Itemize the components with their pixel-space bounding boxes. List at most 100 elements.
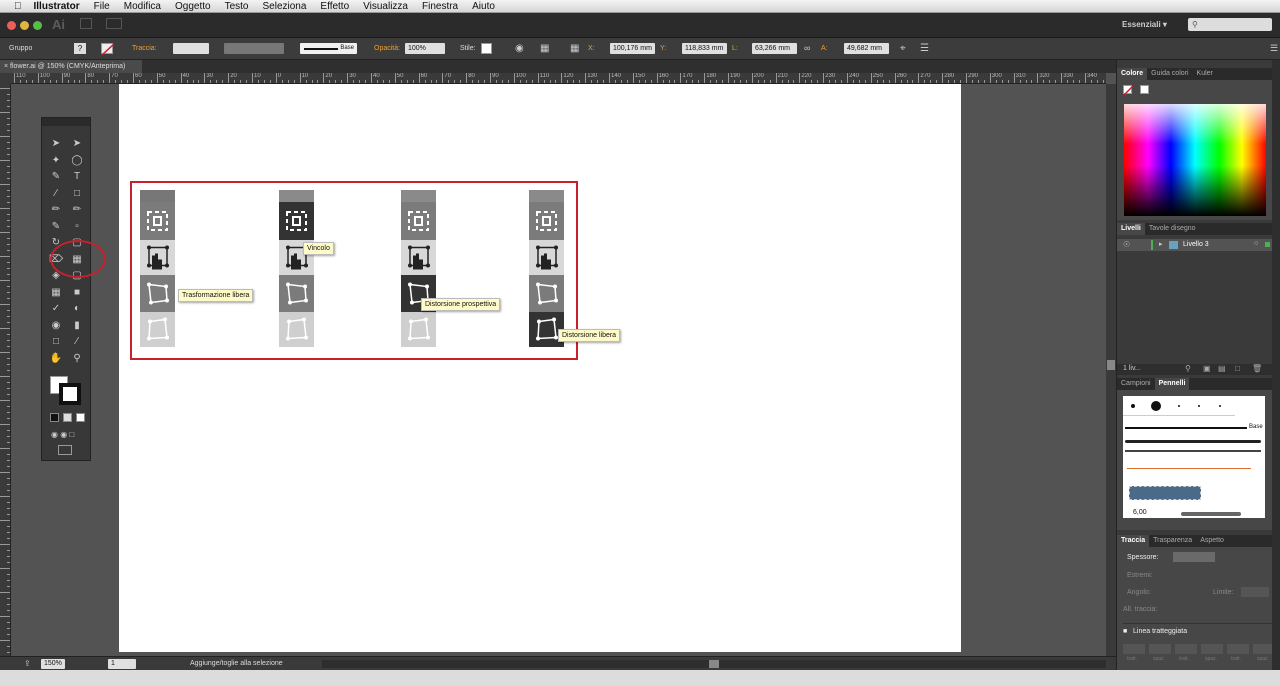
eraser-tool-icon[interactable]: ▫ xyxy=(70,221,84,233)
canvas-area[interactable]: Trasformazione libera Vincolo Distorsione … xyxy=(11,84,1106,656)
graphic-style-swatch[interactable] xyxy=(481,43,492,54)
free-transform-icon[interactable] xyxy=(279,202,314,240)
canvas-horizontal-scrollbar[interactable] xyxy=(322,660,1106,668)
lasso-tool-icon[interactable]: ◯ xyxy=(70,155,84,167)
free-transform-icon[interactable] xyxy=(401,202,436,240)
zoom-tool-icon[interactable]: ⚲ xyxy=(70,353,84,365)
horizontal-ruler[interactable]: 110 100 90 80 70 60 50 40 30 20 10 0 10 20 30 40 50 60 70 8… xyxy=(11,73,1106,84)
eyedropper-tool-icon[interactable]: ✓ xyxy=(49,303,63,315)
delete-layer-icon[interactable]: 🗑 xyxy=(1252,364,1262,373)
dashed-line-checkbox[interactable]: ■ xyxy=(1123,628,1127,635)
ruler-origin[interactable] xyxy=(0,73,11,84)
line-tool-icon[interactable]: ∕ xyxy=(49,188,63,200)
expand-triangle-icon[interactable]: ▸ xyxy=(1159,240,1163,248)
height-label[interactable]: A: xyxy=(821,45,828,52)
blend-tool-icon[interactable]: ◐ xyxy=(70,303,84,315)
zoom-window-button[interactable] xyxy=(33,21,42,30)
locate-object-icon[interactable]: ⚲ xyxy=(1185,364,1191,373)
menu-finestra[interactable]: Finestra xyxy=(422,0,458,13)
selection-tool-icon[interactable]: ➤ xyxy=(49,138,63,150)
width-field[interactable]: 63,266 mm xyxy=(752,43,797,54)
new-layer-icon[interactable]: □ xyxy=(1235,364,1240,373)
dash-field-2[interactable] xyxy=(1175,644,1197,654)
brush-dot-tiny[interactable] xyxy=(1178,405,1180,407)
bridge-icon[interactable] xyxy=(80,18,92,29)
pencil-brush-line[interactable] xyxy=(1125,450,1261,452)
column-graph-tool-icon[interactable]: ▮ xyxy=(70,320,84,332)
recolor-artwork-icon[interactable]: ◉ xyxy=(515,43,524,54)
apple-icon[interactable]:  xyxy=(14,0,22,13)
bristle-brush-line[interactable] xyxy=(1181,512,1241,516)
menu-oggetto[interactable]: Oggetto xyxy=(175,0,211,13)
arrange-documents-icon[interactable] xyxy=(106,18,122,29)
canvas-vertical-scrollbar[interactable] xyxy=(1106,84,1116,656)
rectangle-tool-icon[interactable]: □ xyxy=(70,188,84,200)
constrain-icon[interactable] xyxy=(140,240,175,275)
y-position-field[interactable]: 118,833 mm xyxy=(682,43,727,54)
minimize-window-button[interactable] xyxy=(20,21,29,30)
gradient-tool-icon[interactable]: ■ xyxy=(70,287,84,299)
layer-name[interactable]: Livello 3 xyxy=(1183,241,1209,248)
isolate-group-icon[interactable]: ☰ xyxy=(920,43,929,54)
fill-color-swatch[interactable]: ? xyxy=(74,43,86,54)
screen-mode-icon[interactable] xyxy=(58,445,72,455)
control-panel-menu-icon[interactable]: ☰ xyxy=(1270,43,1278,54)
selection-indicator[interactable] xyxy=(1265,242,1270,247)
tab-kuler[interactable]: Kuler xyxy=(1193,68,1217,80)
artboard[interactable] xyxy=(119,84,961,652)
slice-tool-icon[interactable]: ∕ xyxy=(70,336,84,348)
gap-field-1[interactable] xyxy=(1149,644,1171,654)
align-options-icon[interactable]: ▦ xyxy=(540,43,549,54)
visibility-eye-icon[interactable]: ☉ xyxy=(1123,240,1130,249)
menu-modifica[interactable]: Modifica xyxy=(124,0,161,13)
mesh-tool-icon[interactable]: ▦ xyxy=(49,287,63,299)
tab-guida-colori[interactable]: Guida colori xyxy=(1147,68,1192,80)
brush-dot-tiny-3[interactable] xyxy=(1219,405,1221,407)
color-mode-icon[interactable] xyxy=(50,413,59,422)
brush-dot-large[interactable] xyxy=(1151,401,1161,411)
menu-testo[interactable]: Testo xyxy=(225,0,249,13)
variable-width-profile[interactable] xyxy=(224,43,284,54)
opacity-field[interactable]: 100% xyxy=(405,43,445,54)
new-sublayer-icon[interactable]: ▤ xyxy=(1218,364,1226,373)
stroke-swatch[interactable] xyxy=(59,383,81,405)
brush-definition-select[interactable]: Base xyxy=(300,43,357,54)
selected-group-bounds[interactable] xyxy=(130,181,578,360)
free-distort-icon[interactable] xyxy=(401,312,436,347)
stroke-weight-input[interactable] xyxy=(1173,552,1215,562)
perspective-distort-icon[interactable] xyxy=(529,275,564,312)
tab-aspetto[interactable]: Aspetto xyxy=(1196,535,1228,547)
pencil-tool-icon[interactable]: ✏ xyxy=(70,204,84,216)
white-swatch[interactable] xyxy=(1140,85,1149,94)
artboard-number-field[interactable]: 1 xyxy=(108,659,136,669)
tab-livelli[interactable]: Livelli xyxy=(1117,223,1145,235)
status-message[interactable]: Aggiunge/toglie alla selezione xyxy=(190,660,283,667)
hand-tool-icon[interactable]: ✋ xyxy=(49,353,63,365)
free-transform-icon[interactable] xyxy=(529,202,564,240)
fill-none-swatch[interactable] xyxy=(1123,85,1134,96)
tab-tavole-disegno[interactable]: Tavole disegno xyxy=(1145,223,1200,235)
layer-row[interactable]: ☉ ▸ Livello 3 ○ xyxy=(1117,239,1273,251)
tab-trasparenza[interactable]: Trasparenza xyxy=(1149,535,1196,547)
free-transform-icon[interactable] xyxy=(140,202,175,240)
tab-colore[interactable]: Colore xyxy=(1117,68,1148,80)
pattern-brush[interactable] xyxy=(1129,486,1201,500)
direct-selection-tool-icon[interactable]: ➤ xyxy=(70,138,84,150)
perspective-distort-icon[interactable] xyxy=(140,275,175,312)
menu-app-name[interactable]: Illustrator xyxy=(34,0,80,13)
brush-library[interactable]: Base 6,00 xyxy=(1123,396,1265,518)
share-icon[interactable]: ⇪ xyxy=(24,659,31,668)
menu-visualizza[interactable]: Visualizza xyxy=(363,0,408,13)
dash-field-3[interactable] xyxy=(1227,644,1249,654)
panel-dock-scrollbar[interactable] xyxy=(1272,60,1280,670)
base-brush-line[interactable] xyxy=(1125,427,1247,429)
constrain-icon[interactable] xyxy=(401,240,436,275)
horizontal-scroll-thumb[interactable] xyxy=(709,660,719,668)
link-proportions-icon[interactable]: ∞ xyxy=(804,43,810,53)
artboard-tool-icon[interactable]: □ xyxy=(49,336,63,348)
transform-icon[interactable]: ⌖ xyxy=(900,43,906,54)
menu-file[interactable]: File xyxy=(94,0,110,13)
reference-point-icon[interactable]: ▦ xyxy=(570,43,579,54)
dash-field-1[interactable] xyxy=(1123,644,1145,654)
paintbrush-tool-icon[interactable]: ✏ xyxy=(49,204,63,216)
